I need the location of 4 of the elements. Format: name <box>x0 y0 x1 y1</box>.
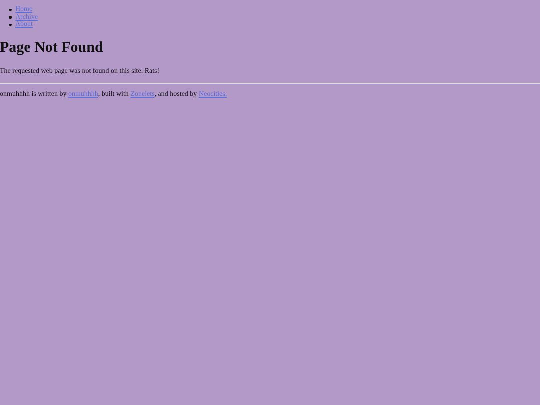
bullet-icon <box>9 24 12 26</box>
page-heading: Page Not Found <box>0 38 104 56</box>
bullet-icon <box>9 8 12 11</box>
bullet-icon <box>9 16 12 18</box>
